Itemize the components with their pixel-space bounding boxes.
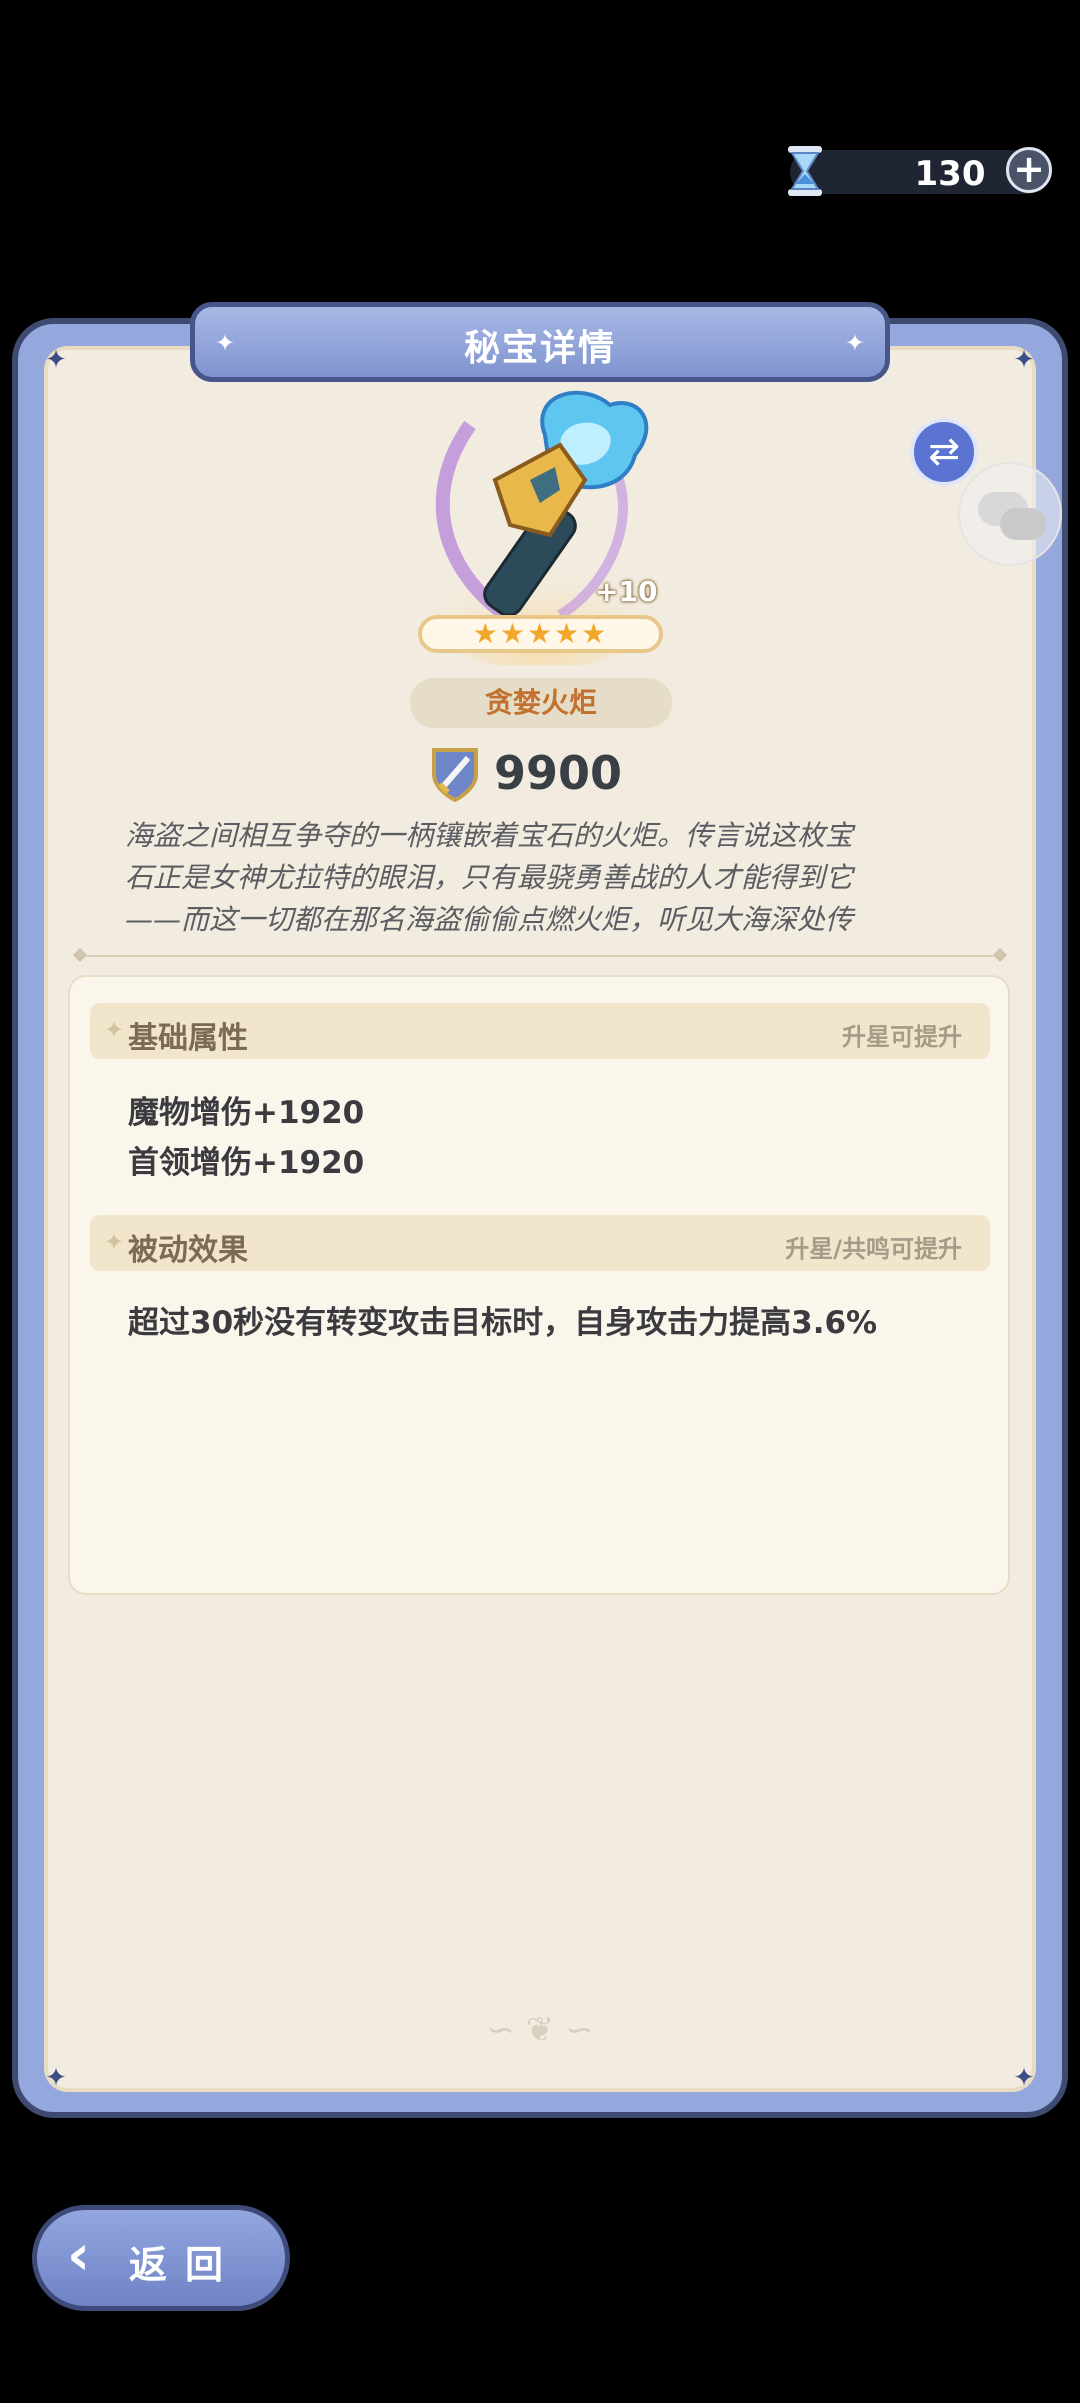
item-name: 贪婪火炬 [410, 678, 672, 728]
currency-counter: 130 + [788, 146, 1052, 196]
attributes-card: ✦ 基础属性 升星可提升 魔物增伤+1920 首领增伤+1920 ✦ 被动效果 … [68, 975, 1010, 1595]
item-description: 海盗之间相互争夺的一柄镶嵌着宝石的火炬。传言说这枚宝 石正是女神尤拉特的眼泪，只… [125, 819, 854, 936]
basic-attributes-header: ✦ 基础属性 升星可提升 [90, 1003, 990, 1059]
swap-button[interactable]: ⇄ [910, 418, 978, 486]
corner-ornament-icon: ✦ [45, 345, 67, 375]
chat-button[interactable] [958, 462, 1062, 566]
currency-amount: 130 [914, 154, 986, 194]
bottom-ornament-icon: ∽ ❦ ∽ [486, 2010, 594, 2050]
passive-effect-header: ✦ 被动效果 升星/共鸣可提升 [90, 1215, 990, 1271]
add-currency-button[interactable]: + [1006, 147, 1052, 193]
plus-icon: + [1013, 147, 1045, 191]
shield-sword-icon [432, 748, 478, 802]
panel-title: 秘宝详情 [463, 328, 616, 369]
section-hint: 升星可提升 [842, 1023, 962, 1051]
back-label: 返回 [129, 2243, 242, 2287]
section-hint: 升星/共鸣可提升 [785, 1235, 962, 1263]
section-title: 被动效果 [128, 1233, 248, 1268]
passive-effect-line: 超过30秒没有转变攻击目标时，自身攻击力提高3.6% [128, 1305, 878, 1341]
power-value: 9900 [494, 746, 623, 800]
star-icons: ★★★★★ [472, 617, 609, 650]
panel-title-banner: ✦ 秘宝详情 ✦ [190, 302, 890, 382]
divider [72, 947, 1008, 963]
corner-ornament-icon: ✦ [45, 2063, 67, 2093]
chat-bubble-part [1000, 508, 1046, 540]
section-title: 基础属性 [128, 1021, 248, 1056]
swap-arrows-icon: ⇄ [928, 429, 960, 473]
corner-ornament-icon: ✦ [1013, 2063, 1035, 2093]
attribute-line: 首领增伤+1920 [128, 1145, 365, 1181]
back-arrow-icon: ‹ [67, 2223, 91, 2288]
sparkle-icon: ✦ [104, 1016, 125, 1044]
hourglass-icon [788, 146, 822, 196]
sparkle-icon: ✦ [104, 1228, 125, 1256]
corner-ornament-icon: ✦ [1013, 345, 1035, 375]
back-button[interactable]: ‹ 返回 [32, 2205, 290, 2311]
star-rating: ★★★★★ [418, 615, 663, 653]
item-level: +10 [595, 575, 658, 608]
sparkle-icon: ✦ [844, 329, 865, 357]
attribute-line: 魔物增伤+1920 [128, 1095, 365, 1131]
